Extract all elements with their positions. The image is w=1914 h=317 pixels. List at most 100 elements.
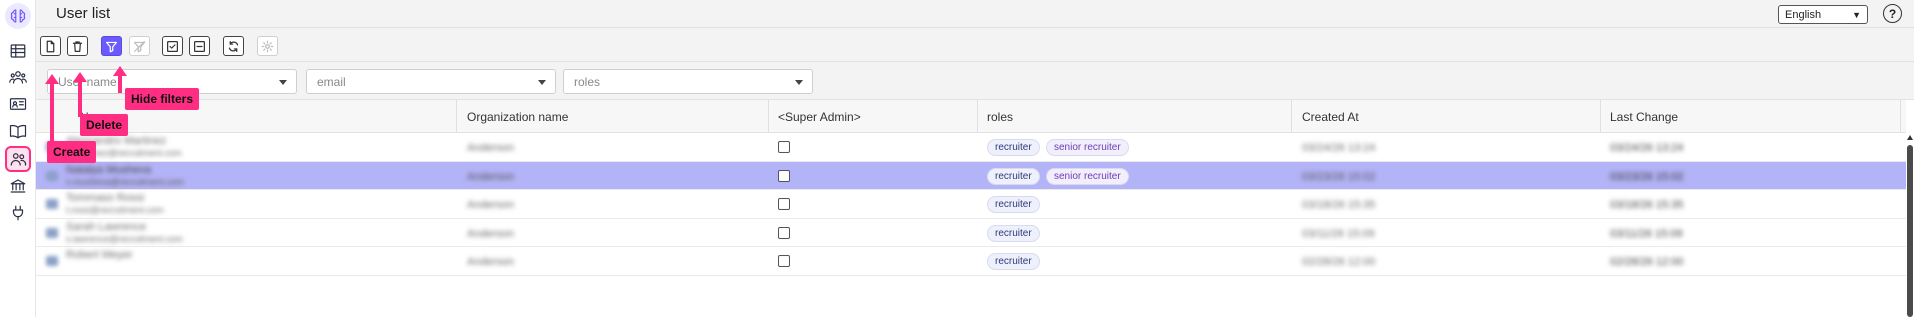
clear-filter-icon bbox=[134, 40, 145, 52]
user-email: n.musheva@recruitment.com bbox=[66, 176, 184, 187]
chevron-down-icon bbox=[795, 80, 803, 85]
role-tag: recruiter bbox=[987, 253, 1040, 270]
users-icon[interactable] bbox=[5, 146, 31, 172]
column-header-organization[interactable]: Organization name bbox=[467, 110, 568, 124]
created-at: 03/23/26 15:02 bbox=[1302, 170, 1376, 183]
created-at: 03/11/26 15:09 bbox=[1302, 227, 1375, 240]
avatar bbox=[46, 256, 58, 266]
bank-icon[interactable] bbox=[7, 175, 29, 197]
select-all-button[interactable] bbox=[162, 36, 183, 56]
created-at: 02/28/26 12:00 bbox=[1302, 256, 1376, 268]
user-email: s.lawrence@recruitment.com bbox=[66, 233, 183, 244]
settings-button[interactable] bbox=[257, 36, 278, 56]
table-row[interactable]: Sarah Lawrence s.lawrence@recruitment.co… bbox=[36, 218, 1906, 247]
language-select[interactable]: English ▼ bbox=[1778, 5, 1868, 24]
page-title: User list bbox=[56, 5, 111, 22]
user-email: t.rossi@recruitment.com bbox=[66, 205, 164, 215]
email-filter-placeholder: email bbox=[317, 75, 346, 89]
role-tag: recruiter bbox=[987, 139, 1040, 156]
plug-icon[interactable] bbox=[7, 202, 29, 224]
super-admin-checkbox[interactable] bbox=[778, 141, 790, 153]
user-name: Sarah Lawrence bbox=[66, 220, 147, 233]
last-change: 03/23/26 15:02 bbox=[1610, 170, 1684, 183]
book-icon[interactable] bbox=[7, 120, 29, 142]
last-change: 03/18/26 15:35 bbox=[1610, 199, 1684, 211]
select-all-icon bbox=[167, 40, 178, 52]
super-admin-checkbox[interactable] bbox=[778, 198, 790, 210]
scroll-up-icon[interactable] bbox=[1907, 135, 1913, 140]
chevron-down-icon: ▼ bbox=[1852, 9, 1861, 20]
arrow-line bbox=[78, 81, 82, 117]
role-tag: recruiter bbox=[987, 196, 1040, 213]
created-at: 03/24/26 13:24 bbox=[1302, 142, 1376, 154]
settings-icon bbox=[261, 40, 274, 52]
chevron-down-icon bbox=[538, 80, 546, 85]
column-header-super-admin[interactable]: <Super Admin> bbox=[778, 110, 861, 124]
scrollbar-thumb[interactable] bbox=[1907, 145, 1913, 317]
arrow-line bbox=[50, 83, 54, 141]
filters-bar: User name email roles bbox=[36, 62, 1914, 100]
table-row[interactable]: Alessandro Martinez a.martinez@recruitme… bbox=[36, 133, 1906, 162]
roles-filter[interactable]: roles bbox=[563, 69, 813, 94]
super-admin-checkbox[interactable] bbox=[778, 226, 790, 239]
new-document-icon bbox=[46, 40, 55, 52]
organization-name: Anderson bbox=[467, 227, 515, 240]
page-header: User list English ▼ ? bbox=[36, 0, 1914, 28]
avatar bbox=[46, 227, 58, 238]
user-name: Robert Meyer bbox=[66, 249, 133, 261]
roles-filter-placeholder: roles bbox=[574, 75, 601, 89]
id-card-icon[interactable] bbox=[7, 93, 29, 115]
user-name: Tommaso Rossi bbox=[66, 192, 145, 204]
refresh-icon bbox=[228, 40, 239, 52]
last-change: 03/24/26 13:24 bbox=[1610, 142, 1684, 154]
table-icon[interactable] bbox=[7, 40, 29, 62]
left-nav-rail bbox=[0, 0, 36, 317]
vertical-scrollbar[interactable] bbox=[1906, 133, 1914, 317]
avatar bbox=[46, 199, 58, 209]
avatar bbox=[46, 170, 58, 181]
create-button[interactable] bbox=[40, 36, 61, 56]
table-row[interactable]: Tommaso Rossi t.rossi@recruitment.com An… bbox=[36, 190, 1906, 219]
toggle-filters-button[interactable] bbox=[101, 36, 122, 56]
column-header-last-change[interactable]: Last Change bbox=[1610, 110, 1678, 124]
delete-button[interactable] bbox=[67, 36, 88, 56]
organization-name: Anderson bbox=[467, 170, 515, 183]
table-row[interactable]: Natalya Musheva n.musheva@recruitment.co… bbox=[36, 161, 1906, 190]
role-tag: recruiter bbox=[987, 167, 1040, 185]
last-change: 02/28/26 12:00 bbox=[1610, 256, 1684, 268]
app-root: User list English ▼ ? User name email ro… bbox=[0, 0, 1914, 317]
user-table: Name Organization name <Super Admin> rol… bbox=[36, 100, 1906, 276]
super-admin-checkbox[interactable] bbox=[778, 255, 790, 267]
role-tag: senior recruiter bbox=[1046, 139, 1129, 156]
last-change: 03/11/26 15:09 bbox=[1610, 227, 1683, 240]
arrow-line bbox=[118, 75, 122, 93]
help-button[interactable]: ? bbox=[1883, 4, 1902, 23]
column-header-roles[interactable]: roles bbox=[987, 110, 1013, 124]
role-tag: recruiter bbox=[987, 224, 1040, 242]
toolbar bbox=[36, 28, 1914, 62]
language-value: English bbox=[1785, 8, 1822, 21]
organization-name: Anderson bbox=[467, 199, 515, 211]
users-group-icon[interactable] bbox=[7, 66, 29, 88]
chevron-down-icon bbox=[279, 80, 287, 85]
created-at: 03/18/26 15:35 bbox=[1302, 199, 1376, 211]
table-header: Name Organization name <Super Admin> rol… bbox=[36, 100, 1906, 133]
column-header-created-at[interactable]: Created At bbox=[1302, 110, 1359, 124]
create-callout: Create bbox=[47, 141, 97, 163]
delete-callout: Delete bbox=[80, 114, 129, 136]
user-name: Natalya Musheva bbox=[66, 163, 151, 176]
super-admin-checkbox[interactable] bbox=[778, 169, 790, 182]
role-tag: senior recruiter bbox=[1046, 167, 1129, 185]
brain-logo-icon[interactable] bbox=[5, 3, 31, 29]
deselect-icon bbox=[194, 40, 205, 52]
organization-name: Anderson bbox=[467, 256, 515, 268]
email-filter[interactable]: email bbox=[306, 69, 556, 94]
trash-icon bbox=[72, 40, 83, 52]
organization-name: Anderson bbox=[467, 142, 515, 154]
clear-filters-button[interactable] bbox=[129, 36, 150, 56]
table-row[interactable]: Robert Meyer Anderson recruiter 02/28/26… bbox=[36, 247, 1906, 276]
refresh-button[interactable] bbox=[223, 36, 244, 56]
username-filter-placeholder: User name bbox=[58, 75, 117, 89]
hide-filters-callout: Hide filters bbox=[125, 88, 200, 110]
deselect-button[interactable] bbox=[189, 36, 210, 56]
